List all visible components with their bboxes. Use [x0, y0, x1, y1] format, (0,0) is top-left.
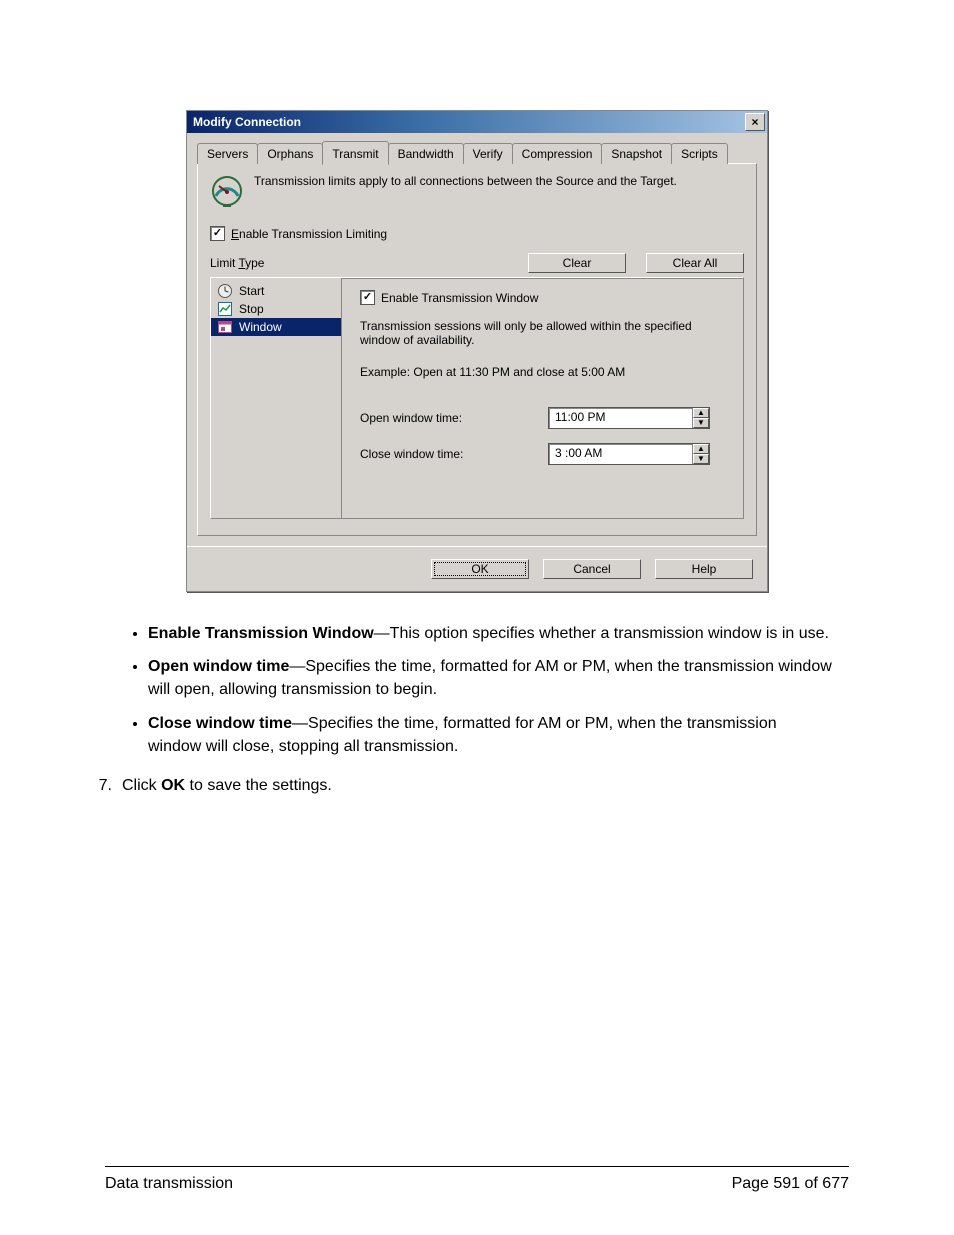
- spinner-down-icon[interactable]: ▼: [693, 454, 709, 464]
- list-item: Open window time—Specifies the time, for…: [148, 655, 834, 701]
- tab-orphans[interactable]: Orphans: [257, 143, 323, 164]
- clock-icon: [217, 283, 233, 299]
- chart-stop-icon: [217, 301, 233, 317]
- ok-button[interactable]: OK: [431, 559, 529, 579]
- cancel-button[interactable]: Cancel: [543, 559, 641, 579]
- window-icon: [217, 319, 233, 335]
- list-item-label: Stop: [239, 302, 264, 316]
- clear-all-button[interactable]: Clear All: [646, 253, 744, 273]
- open-window-time-label: Open window time:: [360, 411, 530, 425]
- list-item: Close window time—Specifies the time, fo…: [148, 712, 834, 758]
- footer-divider: [105, 1166, 849, 1167]
- modify-connection-dialog: Modify Connection × Servers Orphans Tran…: [186, 110, 768, 592]
- gauge-icon: [210, 174, 244, 208]
- enable-transmission-limiting-label: Enable Transmission Limiting: [231, 227, 387, 241]
- tab-transmit[interactable]: Transmit: [322, 141, 388, 165]
- limit-type-item-stop[interactable]: Stop: [211, 300, 341, 318]
- enable-transmission-window-checkbox[interactable]: [360, 290, 375, 305]
- detail-example: Example: Open at 11:30 PM and close at 5…: [360, 365, 725, 379]
- detail-description: Transmission sessions will only be allow…: [360, 319, 725, 347]
- open-window-time-spinner[interactable]: 11:00 PM ▲ ▼: [548, 407, 710, 429]
- tab-bandwidth[interactable]: Bandwidth: [388, 143, 464, 164]
- limit-type-list[interactable]: Start Stop Window: [211, 278, 342, 518]
- numbered-step: 7. Click OK to save the settings.: [92, 774, 834, 797]
- page-footer: Data transmission Page 591 of 677: [105, 1175, 849, 1193]
- enable-transmission-window-label: Enable Transmission Window: [381, 291, 538, 305]
- limit-type-detail: Enable Transmission Window Transmission …: [342, 278, 743, 518]
- tab-scripts[interactable]: Scripts: [671, 143, 728, 164]
- list-item-label: Start: [239, 284, 264, 298]
- tab-verify[interactable]: Verify: [463, 143, 513, 164]
- titlebar[interactable]: Modify Connection ×: [187, 111, 767, 133]
- spinner-down-icon[interactable]: ▼: [693, 418, 709, 428]
- clear-button[interactable]: Clear: [528, 253, 626, 273]
- help-button[interactable]: Help: [655, 559, 753, 579]
- footer-right: Page 591 of 677: [732, 1175, 849, 1193]
- tab-row: Servers Orphans Transmit Bandwidth Verif…: [197, 141, 757, 164]
- open-window-time-value[interactable]: 11:00 PM: [549, 408, 692, 428]
- tab-compression[interactable]: Compression: [512, 143, 603, 164]
- info-text: Transmission limits apply to all connect…: [254, 174, 677, 188]
- close-window-time-label: Close window time:: [360, 447, 530, 461]
- close-window-time-spinner[interactable]: 3 :00 AM ▲ ▼: [548, 443, 710, 465]
- dialog-button-row: OK Cancel Help: [187, 546, 767, 591]
- tab-snapshot[interactable]: Snapshot: [601, 143, 672, 164]
- limit-type-item-window[interactable]: Window: [211, 318, 341, 336]
- close-window-time-value[interactable]: 3 :00 AM: [549, 444, 692, 464]
- spinner-up-icon[interactable]: ▲: [693, 444, 709, 454]
- limit-type-label: Limit Type: [210, 256, 264, 270]
- spinner-up-icon[interactable]: ▲: [693, 408, 709, 418]
- window-title: Modify Connection: [193, 115, 745, 129]
- footer-left: Data transmission: [105, 1175, 233, 1193]
- tab-panel-transmit: Transmission limits apply to all connect…: [197, 163, 757, 536]
- list-item: Enable Transmission Window—This option s…: [148, 622, 834, 645]
- tab-servers[interactable]: Servers: [197, 143, 258, 164]
- close-icon[interactable]: ×: [745, 113, 765, 131]
- document-body: Enable Transmission Window—This option s…: [120, 622, 834, 797]
- limit-type-item-start[interactable]: Start: [211, 282, 341, 300]
- list-item-label: Window: [239, 320, 282, 334]
- enable-transmission-limiting-checkbox[interactable]: [210, 226, 225, 241]
